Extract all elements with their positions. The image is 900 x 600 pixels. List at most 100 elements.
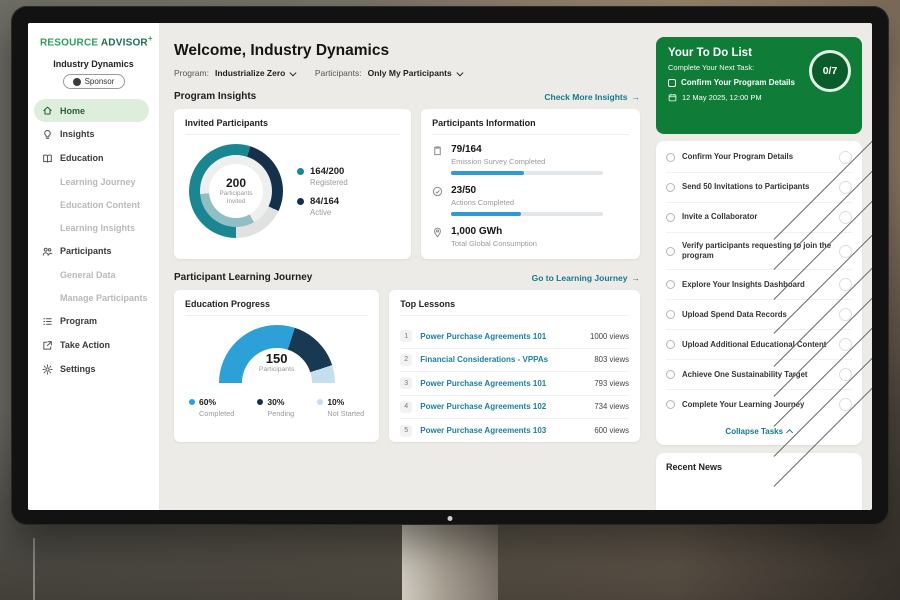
gauge-center-label: Participants [219,366,335,373]
check-more-insights-link[interactable]: Check More Insights → [544,92,640,102]
lesson-link[interactable]: Power Purchase Agreements 101 [420,379,586,388]
logo-plus: + [148,34,153,43]
legend-dot-blue [189,399,195,405]
todo-due-date: 12 May 2025, 12:00 PM [668,93,850,102]
sidebar-item-manage-participants[interactable]: Manage Participants [28,286,159,309]
sidebar-item-education-content[interactable]: Education Content [28,193,159,216]
donut-center-value: 200 [226,176,246,190]
emission-progress-bar [451,171,603,175]
invited-participants-card: Invited Participants 200 Participants In… [174,109,411,259]
arrow-right-icon: → [632,92,641,102]
task-checkbox[interactable] [666,247,675,256]
todo-summary-card: Your To Do List Complete Your Next Task:… [656,37,862,134]
education-gauge-chart: 150 Participants [219,325,335,383]
lesson-link[interactable]: Financial Considerations - VPPAs [420,355,586,364]
logo-advisor: ADVISOR [101,37,148,48]
lesson-views: 600 views [594,426,629,435]
donut-legend: 164/200 Registered 84/164 Active [297,157,348,226]
lesson-rank: 3 [400,377,412,389]
legend-dot-navy [297,198,304,205]
task-checkbox[interactable] [666,400,675,409]
lesson-rank: 1 [400,330,412,342]
recent-news-title: Recent News [666,462,852,472]
chevron-right-icon[interactable] [839,398,852,411]
lesson-row[interactable]: 3 Power Purchase Agreements 101 793 view… [400,372,629,396]
program-insights-title: Program Insights [174,91,256,102]
education-progress-card: Education Progress 150 Participants 60% … [174,290,379,442]
sidebar-item-program[interactable]: Program [28,309,159,333]
task-checkbox[interactable] [666,370,675,379]
top-lessons-title: Top Lessons [400,299,629,316]
chevron-right-icon[interactable] [839,151,852,164]
todo-progress-ring: 0/7 [809,50,851,92]
participants-select[interactable]: Only My Participants [368,68,462,78]
sidebar-item-participants[interactable]: Participants [28,239,159,263]
lesson-rank: 4 [400,401,412,413]
chevron-right-icon[interactable] [839,338,852,351]
sidebar-item-insights[interactable]: Insights [28,122,159,146]
program-filter-label: Program: [174,68,209,78]
sponsor-label: Sponsor [85,77,115,86]
task-checkbox[interactable] [666,340,675,349]
sidebar-item-learning-journey[interactable]: Learning Journey [28,170,159,193]
sidebar-item-education[interactable]: Education [28,146,159,170]
invited-card-title: Invited Participants [185,118,400,135]
sidebar-item-take-action[interactable]: Take Action [28,333,159,357]
stat-actions: 23/50 Actions Completed [432,185,629,216]
task-checkbox[interactable] [666,213,675,222]
take-action-icon [42,340,53,351]
sidebar: RESOURCE ADVISOR+ Industry Dynamics Spon… [28,23,160,510]
lesson-views: 734 views [594,402,629,411]
go-to-learning-journey-link[interactable]: Go to Learning Journey → [532,273,640,283]
dashboard-screen: RESOURCE ADVISOR+ Industry Dynamics Spon… [28,23,872,510]
filter-bar: Program: Industrialize Zero Participants… [174,68,640,78]
checkbox-icon[interactable] [668,79,676,87]
sidebar-item-settings[interactable]: Settings [28,357,159,381]
sidebar-item-home[interactable]: Home [34,99,149,122]
chevron-right-icon[interactable] [839,278,852,291]
lesson-views: 1000 views [590,332,629,341]
check-circle-icon [432,186,443,197]
chevron-right-icon[interactable] [839,181,852,194]
info-card-title: Participants Information [432,118,629,135]
lesson-views: 793 views [594,379,629,388]
lesson-row[interactable]: 1 Power Purchase Agreements 101 1000 vie… [400,325,629,349]
chevron-right-icon[interactable] [839,308,852,321]
task-checkbox[interactable] [666,153,675,162]
calendar-icon [668,93,677,102]
lesson-row[interactable]: 2 Financial Considerations - VPPAs 803 v… [400,349,629,373]
task-list-card: Confirm Your Program Details Send 50 Inv… [656,141,862,445]
sidebar-item-general-data[interactable]: General Data [28,263,159,286]
education-card-title: Education Progress [185,299,368,316]
invited-donut-chart: 200 Participants Invited [189,144,283,238]
sidebar-item-learning-insights[interactable]: Learning Insights [28,216,159,239]
legend-active: 84/164 Active [297,196,348,217]
lesson-row[interactable]: 4 Power Purchase Agreements 102 734 view… [400,396,629,420]
lesson-link[interactable]: Power Purchase Agreements 102 [420,402,586,411]
chevron-right-icon[interactable] [839,368,852,381]
task-checkbox[interactable] [666,183,675,192]
chevron-right-icon[interactable] [839,245,852,258]
legend-not-started: 10% Not Started [317,397,364,418]
task-checkbox[interactable] [666,280,675,289]
home-icon [42,105,53,116]
legend-completed: 60% Completed [189,397,234,418]
location-pin-icon [432,227,443,238]
participants-icon [42,246,53,257]
legend-pending: 30% Pending [257,397,294,418]
main-content: Welcome, Industry Dynamics Program: Indu… [160,23,654,510]
lesson-link[interactable]: Power Purchase Agreements 101 [420,332,582,341]
app-logo: RESOURCE ADVISOR+ [28,34,159,48]
legend-dot-pale [317,399,323,405]
program-select[interactable]: Industrialize Zero [215,68,295,78]
book-icon [42,153,53,164]
donut-center-label: Participants Invited [214,190,258,206]
lesson-link[interactable]: Power Purchase Agreements 103 [420,426,586,435]
task-row-confirm-program[interactable]: Confirm Your Program Details [666,143,852,173]
chevron-down-icon [456,69,462,75]
lesson-row[interactable]: 5 Power Purchase Agreements 103 600 view… [400,419,629,443]
chevron-right-icon[interactable] [839,211,852,224]
sponsor-badge[interactable]: Sponsor [63,74,125,89]
task-checkbox[interactable] [666,310,675,319]
monitor-logo-dot [448,516,453,521]
